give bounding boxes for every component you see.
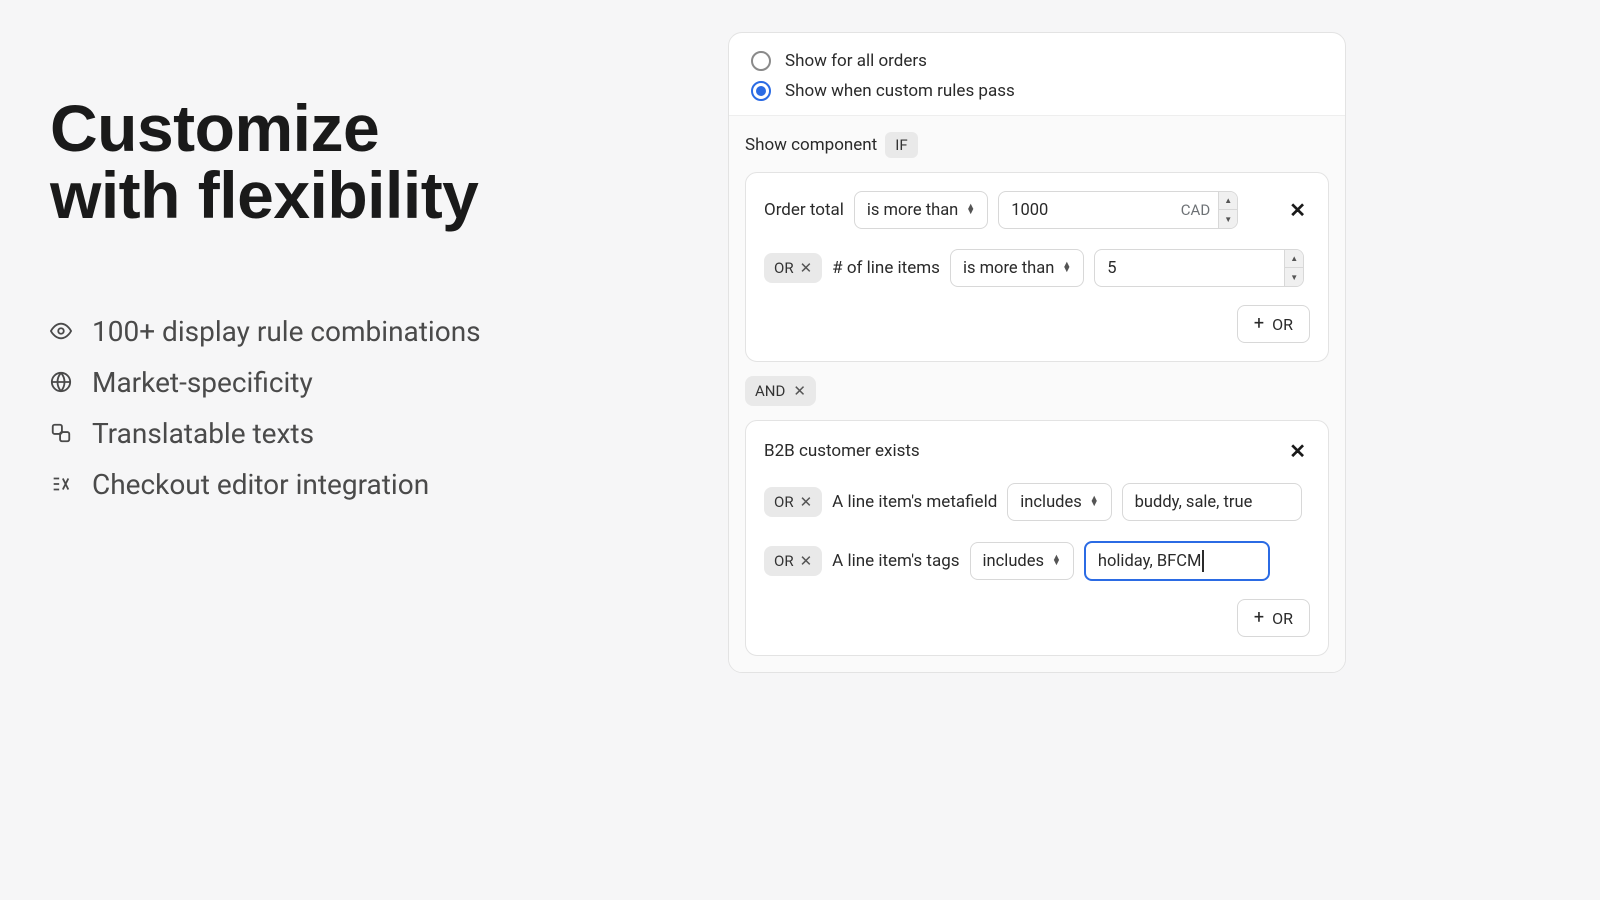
select-caret-icon: ▲▼ bbox=[1052, 556, 1061, 566]
close-icon[interactable]: ✕ bbox=[800, 552, 813, 570]
rule-field-label: B2B customer exists bbox=[764, 441, 920, 461]
select-caret-icon: ▲▼ bbox=[1090, 497, 1099, 507]
close-icon[interactable]: ✕ bbox=[800, 493, 813, 511]
feature-text: Translatable texts bbox=[92, 417, 314, 450]
rule-row-metafield: OR ✕ A line item's metafield includes ▲▼… bbox=[764, 483, 1310, 521]
translate-icon bbox=[50, 422, 72, 444]
feature-item: 100+ display rule combinations bbox=[50, 315, 678, 348]
rule-group-2: B2B customer exists ✕ OR ✕ A line item's… bbox=[745, 420, 1329, 656]
number-spinner[interactable]: ▲▼ bbox=[1218, 192, 1237, 228]
radio-label: Show for all orders bbox=[785, 51, 927, 71]
plus-icon: + bbox=[1254, 609, 1264, 627]
or-chip[interactable]: OR ✕ bbox=[764, 253, 822, 283]
operator-select[interactable]: is more than ▲▼ bbox=[854, 191, 988, 229]
operator-select[interactable]: includes ▲▼ bbox=[1007, 483, 1111, 521]
operator-select[interactable]: includes ▲▼ bbox=[970, 542, 1074, 580]
rules-panel: Show for all orders Show when custom rul… bbox=[728, 32, 1346, 673]
add-or-button[interactable]: + OR bbox=[1237, 305, 1310, 343]
rule-field-label: Order total bbox=[764, 200, 844, 220]
radio-icon-selected bbox=[751, 81, 771, 101]
value-input[interactable]: 1000 CAD ▲▼ bbox=[998, 191, 1238, 229]
rule-group-1: Order total is more than ▲▼ 1000 CAD ▲▼ … bbox=[745, 172, 1329, 362]
close-icon[interactable]: ✕ bbox=[793, 382, 806, 400]
or-chip[interactable]: OR ✕ bbox=[764, 546, 822, 576]
plus-icon: + bbox=[1254, 315, 1264, 333]
rule-row-b2b: B2B customer exists ✕ bbox=[764, 439, 1310, 463]
value-input-active[interactable]: holiday, BFCM bbox=[1084, 541, 1270, 581]
rule-row-order-total: Order total is more than ▲▼ 1000 CAD ▲▼ … bbox=[764, 191, 1310, 229]
feature-list: 100+ display rule combinations Market-sp… bbox=[50, 315, 678, 501]
feature-text: 100+ display rule combinations bbox=[92, 315, 481, 348]
close-icon[interactable]: ✕ bbox=[800, 259, 813, 277]
text-cursor bbox=[1202, 550, 1204, 572]
rule-field-label: A line item's metafield bbox=[832, 492, 997, 512]
value-input[interactable]: buddy, sale, true bbox=[1122, 483, 1302, 521]
feature-item: Market-specificity bbox=[50, 366, 678, 399]
radio-show-all[interactable]: Show for all orders bbox=[751, 51, 1323, 71]
feature-text: Market-specificity bbox=[92, 366, 313, 399]
radio-label: Show when custom rules pass bbox=[785, 81, 1015, 101]
operator-select[interactable]: is more than ▲▼ bbox=[950, 249, 1084, 287]
currency-label: CAD bbox=[1181, 201, 1218, 219]
select-caret-icon: ▲▼ bbox=[966, 205, 975, 215]
settings-icon bbox=[50, 473, 72, 495]
page-heading: Customize with flexibility bbox=[50, 95, 678, 230]
radio-custom-rules[interactable]: Show when custom rules pass bbox=[751, 81, 1323, 101]
globe-icon bbox=[50, 371, 72, 393]
remove-rule-button[interactable]: ✕ bbox=[1285, 198, 1310, 222]
feature-item: Checkout editor integration bbox=[50, 468, 678, 501]
or-chip[interactable]: OR ✕ bbox=[764, 487, 822, 517]
show-component-intro: Show component IF bbox=[745, 132, 1329, 158]
eye-icon bbox=[50, 320, 72, 342]
feature-text: Checkout editor integration bbox=[92, 468, 429, 501]
feature-item: Translatable texts bbox=[50, 417, 678, 450]
rule-row-line-items: OR ✕ # of line items is more than ▲▼ 5 ▲… bbox=[764, 249, 1310, 287]
rule-field-label: A line item's tags bbox=[832, 551, 959, 571]
rule-field-label: # of line items bbox=[832, 258, 940, 278]
select-caret-icon: ▲▼ bbox=[1062, 263, 1071, 273]
value-input[interactable]: 5 ▲▼ bbox=[1094, 249, 1304, 287]
rule-row-tags: OR ✕ A line item's tags includes ▲▼ holi… bbox=[764, 541, 1310, 581]
number-spinner[interactable]: ▲▼ bbox=[1284, 250, 1303, 286]
add-or-button[interactable]: + OR bbox=[1237, 599, 1310, 637]
and-chip[interactable]: AND ✕ bbox=[745, 376, 816, 406]
if-tag: IF bbox=[885, 132, 917, 158]
remove-rule-button[interactable]: ✕ bbox=[1285, 439, 1310, 463]
radio-icon bbox=[751, 51, 771, 71]
